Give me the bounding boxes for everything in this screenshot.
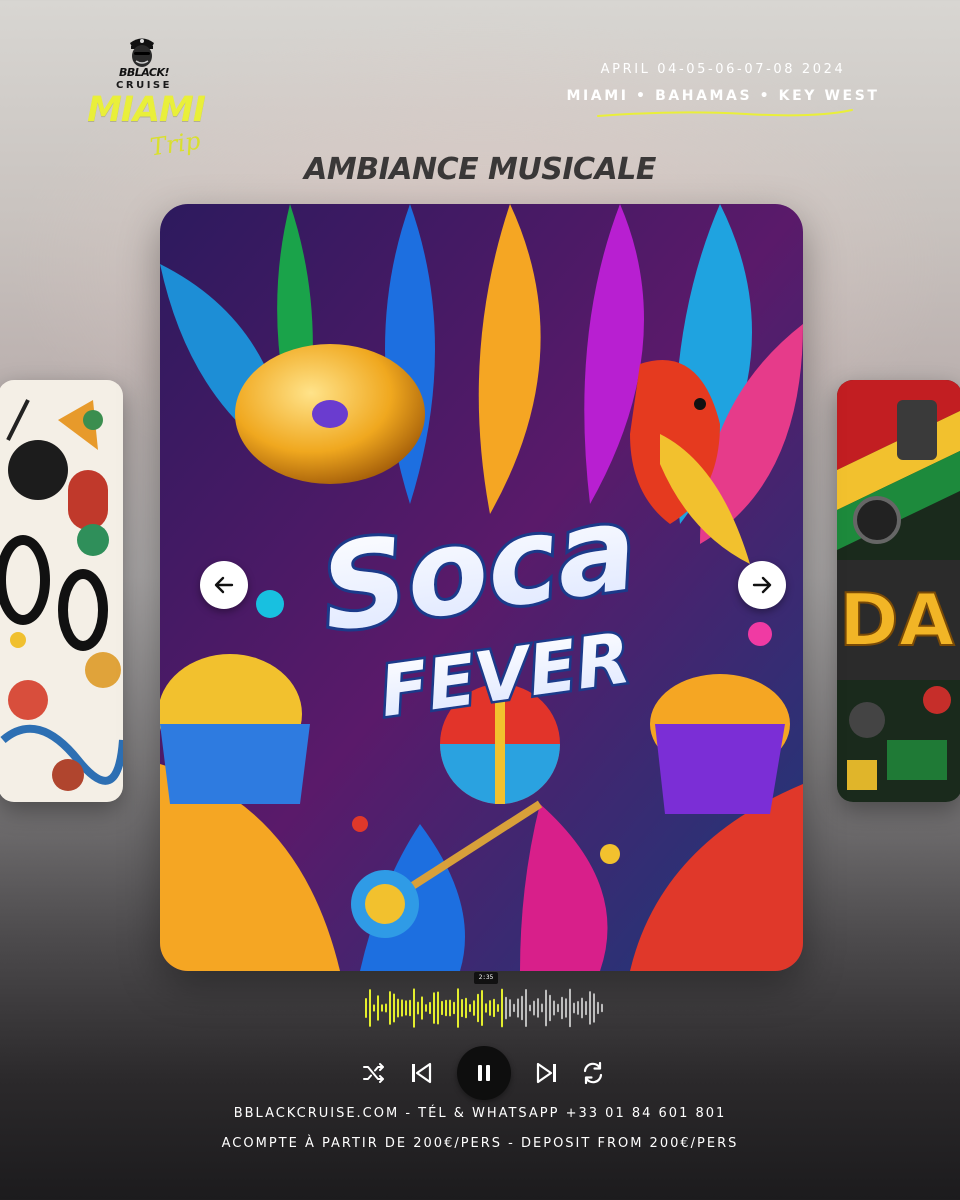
waveform-bar <box>493 998 495 1018</box>
waveform-bar <box>553 1000 555 1016</box>
audio-waveform[interactable] <box>364 984 604 1032</box>
carousel-card-previous[interactable] <box>0 380 123 802</box>
waveform-bar <box>397 998 399 1018</box>
waveform-bar <box>533 1000 535 1016</box>
arrow-right-icon <box>752 576 772 594</box>
section-title: AMBIANCE MUSICALE <box>304 152 656 187</box>
pause-button[interactable] <box>457 1046 511 1100</box>
waveform-bar <box>549 994 551 1022</box>
skip-next-button[interactable] <box>534 1060 560 1086</box>
waveform-bar <box>425 1004 427 1012</box>
waveform-bar <box>589 991 591 1025</box>
playback-time: 2:35 <box>474 972 498 984</box>
waveform-bar <box>429 1001 431 1015</box>
album-art-next-text: DA <box>839 578 955 662</box>
arrow-left-icon <box>214 576 234 594</box>
waveform-bar <box>537 998 539 1018</box>
waveform-bar <box>557 1003 559 1013</box>
waveform-bar <box>461 999 463 1018</box>
album-art-previous <box>0 380 123 802</box>
waveform-bar <box>437 991 439 1025</box>
brand-logo: BBLACK! CRUISE MIAMI Trip <box>76 34 216 164</box>
waveform-bar <box>417 1001 419 1015</box>
waveform-bar <box>565 998 567 1018</box>
contact-info: BBLACKCRUISE.COM - TÉL & WHATSAPP +33 01… <box>233 1106 727 1121</box>
album-art-next: DA <box>837 380 960 802</box>
waveform-bar <box>601 1003 603 1013</box>
waveform-bar <box>597 1001 599 1015</box>
waveform-bar <box>441 1000 443 1016</box>
waveform-bar <box>473 1000 475 1016</box>
waveform-bar <box>569 988 571 1028</box>
waveform-bar <box>489 1000 491 1016</box>
waveform-bar <box>501 988 503 1028</box>
waveform-bar <box>457 988 459 1028</box>
waveform-bar <box>393 993 395 1023</box>
pause-icon <box>478 1065 490 1081</box>
waveform-bar <box>465 997 467 1019</box>
waveform-bar <box>377 995 379 1021</box>
waveform-bar <box>585 1001 587 1016</box>
waveform-bar <box>477 993 479 1023</box>
captain-face-icon <box>130 38 154 67</box>
waveform-bar <box>573 1002 575 1014</box>
waveform-bar <box>481 990 483 1026</box>
waveform-bar <box>409 999 411 1017</box>
carousel-card-current[interactable]: Soca FEVER <box>160 204 803 971</box>
waveform-bar <box>365 998 367 1018</box>
brand-name: BBLACK! <box>118 66 170 79</box>
waveform-bar <box>445 999 447 1017</box>
waveform-bar <box>525 989 527 1027</box>
carousel-card-next[interactable]: DA <box>837 380 960 802</box>
trip-destinations: MIAMI • BAHAMAS • KEY WEST <box>566 88 880 104</box>
waveform-bar <box>381 1004 383 1012</box>
deposit-info: ACOMPTE À PARTIR DE 200€/PERS - DEPOSIT … <box>221 1136 739 1151</box>
waveform-bar <box>593 993 595 1023</box>
repeat-icon <box>583 1061 603 1085</box>
waveform-bar <box>545 989 547 1027</box>
waveform-bar <box>373 1004 375 1012</box>
waveform-bar <box>389 991 391 1025</box>
skip-previous-icon <box>412 1062 432 1084</box>
carousel-prev-button[interactable] <box>200 561 248 609</box>
trip-title: MIAMI <box>87 90 206 130</box>
shuffle-button[interactable] <box>362 1061 386 1085</box>
carousel-next-button[interactable] <box>738 561 786 609</box>
waveform-bar <box>529 1004 531 1012</box>
skip-next-icon <box>536 1062 556 1084</box>
waveform-bar <box>577 1001 579 1015</box>
waveform-bar <box>433 992 435 1024</box>
waveform-bar <box>449 999 451 1017</box>
waveform-bar <box>413 988 415 1028</box>
shuffle-icon <box>363 1063 384 1083</box>
waveform-bar <box>521 995 523 1021</box>
player-controls <box>356 1046 612 1100</box>
waveform-bar <box>453 1001 455 1015</box>
waveform-bar <box>405 1000 407 1016</box>
waveform-bar <box>561 996 563 1020</box>
waveform-bar <box>509 999 511 1017</box>
waveform-bar <box>421 996 423 1020</box>
waveform-bar <box>505 996 507 1020</box>
waveform-bar <box>497 1004 499 1012</box>
waveform-bar <box>469 1004 471 1013</box>
waveform-bar <box>385 1003 387 1013</box>
waveform-bar <box>485 1003 487 1013</box>
trip-dates: APRIL 04-05-06-07-08 2024 <box>600 62 846 77</box>
waveform-bar <box>369 989 371 1027</box>
album-art-current: Soca FEVER <box>160 204 803 971</box>
waveform-bar <box>513 1003 515 1013</box>
waveform-bar <box>401 999 403 1017</box>
waveform-bar <box>581 997 583 1019</box>
underline-swoosh <box>597 109 853 117</box>
skip-previous-button[interactable] <box>408 1060 434 1086</box>
waveform-bar <box>517 998 519 1018</box>
repeat-button[interactable] <box>580 1060 606 1086</box>
waveform-bar <box>541 1003 543 1013</box>
